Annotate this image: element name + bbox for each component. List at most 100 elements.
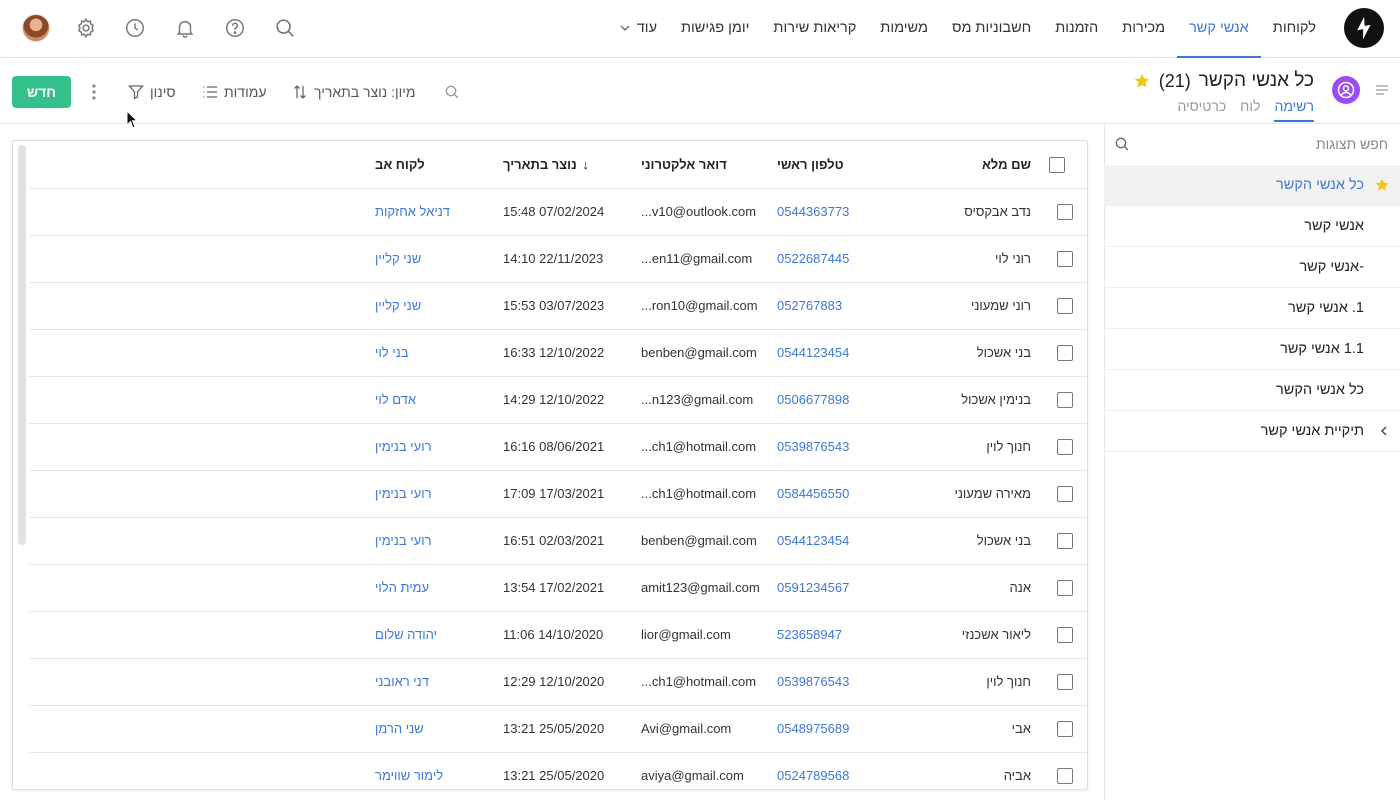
mouse-cursor-icon xyxy=(126,110,139,129)
cell-phone-link[interactable]: 052767883 xyxy=(773,282,901,330)
row-checkbox[interactable] xyxy=(1057,344,1073,361)
cell-parent-link[interactable]: רועי בנימין xyxy=(369,470,499,518)
nav-item-0[interactable]: לקוחות xyxy=(1261,0,1328,58)
cell-parent-link[interactable]: בני לוי xyxy=(369,329,499,377)
gear-icon[interactable] xyxy=(72,14,100,42)
cell-phone-link[interactable]: 0591234567 xyxy=(773,564,901,612)
hamburger-icon[interactable] xyxy=(1374,82,1390,98)
nav-item-2[interactable]: מכירות xyxy=(1110,0,1177,58)
more-options-icon[interactable] xyxy=(86,82,102,102)
cell-phone-link[interactable]: 0544123454 xyxy=(773,329,901,377)
row-checkbox[interactable] xyxy=(1057,297,1073,314)
cell-phone-link[interactable]: 0539876543 xyxy=(773,658,901,706)
row-checkbox[interactable] xyxy=(1057,485,1073,502)
column-header-name[interactable]: שם מלא xyxy=(901,141,1041,189)
search-icon[interactable] xyxy=(271,14,299,42)
cell-phone-link[interactable]: 0506677898 xyxy=(773,376,901,424)
row-checkbox[interactable] xyxy=(1057,250,1073,267)
cell-parent-link[interactable]: אדם לוי xyxy=(369,376,499,424)
cell-phone-link[interactable]: 0522687445 xyxy=(773,235,901,283)
cell-phone-link[interactable]: 0544363773 xyxy=(773,188,901,236)
sidebar-view-item[interactable]: 1. אנשי קשר xyxy=(1104,288,1400,329)
table-row[interactable]: בני אשכול 0544123454 benben@gmail.com 02/03… xyxy=(29,517,1087,565)
row-checkbox[interactable] xyxy=(1057,438,1073,455)
cell-email: lior@gmail.com xyxy=(637,611,773,659)
toolbar-search-icon[interactable] xyxy=(444,84,460,100)
cell-parent-link[interactable]: יהודה שלום xyxy=(369,611,499,659)
nav-item-1[interactable]: אנשי קשר xyxy=(1177,0,1261,58)
cell-parent-link[interactable]: שני קליין xyxy=(369,235,499,283)
row-checkbox[interactable] xyxy=(1057,532,1073,549)
cell-parent-link[interactable]: שני קליין xyxy=(369,282,499,330)
sidebar-folder[interactable]: תיקיית אנשי קשר xyxy=(1104,411,1400,452)
table-row[interactable]: רוני לוי 0522687445 en11@gmail.com... 22/11… xyxy=(29,235,1087,283)
table-row[interactable]: בנימין אשכול 0506677898 n123@gmail.com... 1… xyxy=(29,376,1087,424)
search-icon[interactable] xyxy=(1114,136,1130,152)
table-row[interactable]: אביה 0524789568 aviya@gmail.com 25/05/2020 … xyxy=(29,752,1087,789)
view-tab-2[interactable]: כרטיסיה xyxy=(1177,98,1226,122)
nav-item-3[interactable]: הזמנות xyxy=(1043,0,1110,58)
help-icon[interactable] xyxy=(221,14,249,42)
table-row[interactable]: מאירה שמעוני 0584456550 ch1@hotmail.com...… xyxy=(29,470,1087,518)
column-header-created[interactable]: ↓ נוצר בתאריך xyxy=(499,141,637,189)
cell-phone-link[interactable]: 0584456550 xyxy=(773,470,901,518)
column-header-parent[interactable]: לקוח אב xyxy=(369,141,499,189)
vertical-scrollbar[interactable] xyxy=(18,145,26,545)
cell-parent-link[interactable]: שני הרמן xyxy=(369,705,499,753)
cell-phone-link[interactable]: 0524789568 xyxy=(773,752,901,789)
table-row[interactable]: ליאור אשכנזי 523658947 lior@gmail.com 14/10… xyxy=(29,611,1087,659)
table-row[interactable]: אבי 0548975689 Avi@gmail.com 25/05/2020 13:… xyxy=(29,705,1087,753)
views-search-input[interactable] xyxy=(1148,132,1388,156)
table-row[interactable]: אנה 0591234567 amit123@gmail.com 17/02/2021… xyxy=(29,564,1087,612)
table-row[interactable]: חנוך לוין 0539876543 ch1@hotmail.com... 12/… xyxy=(29,658,1087,706)
cell-parent-link[interactable]: דניאל אחזקות xyxy=(369,188,499,236)
view-tab-0[interactable]: רשימה xyxy=(1274,98,1314,122)
nav-item-label: לקוחות xyxy=(1272,20,1316,36)
nav-item-6[interactable]: קריאות שירות xyxy=(761,0,868,58)
table-row[interactable]: נדב אבקסיס 0544363773 v10@outlook.com... 07… xyxy=(29,188,1087,236)
sort-button[interactable]: מיון: נוצר בתאריך xyxy=(292,82,416,102)
nav-item-4[interactable]: חשבוניות מס xyxy=(940,0,1043,58)
user-avatar[interactable] xyxy=(22,14,50,42)
cell-parent-link[interactable]: עמית הלוי xyxy=(369,564,499,612)
cell-parent-link[interactable]: לימור שווימר xyxy=(369,752,499,789)
history-icon[interactable] xyxy=(121,14,149,42)
new-button[interactable]: חדש xyxy=(12,76,71,108)
row-checkbox[interactable] xyxy=(1057,767,1073,784)
app-logo[interactable] xyxy=(1344,8,1384,48)
row-checkbox[interactable] xyxy=(1057,203,1073,220)
column-header-phone[interactable]: טלפון ראשי xyxy=(773,141,901,189)
cell-phone-link[interactable]: 0548975689 xyxy=(773,705,901,753)
cell-parent-link[interactable]: דני ראובני xyxy=(369,658,499,706)
table-row[interactable]: בני אשכול 0544123454 benben@gmail.com 12/10… xyxy=(29,329,1087,377)
star-icon[interactable] xyxy=(1374,177,1390,193)
cell-phone-link[interactable]: 0544123454 xyxy=(773,517,901,565)
star-icon[interactable] xyxy=(1133,72,1151,90)
sidebar-view-item[interactable]: כל אנשי הקשר xyxy=(1104,370,1400,411)
cell-parent-link[interactable]: רועי בנימין xyxy=(369,423,499,471)
table-row[interactable]: רוני שמעוני 052767883 ron10@gmail.com... 03… xyxy=(29,282,1087,330)
row-checkbox[interactable] xyxy=(1057,720,1073,737)
sidebar-view-item[interactable]: כל אנשי הקשר xyxy=(1104,165,1400,206)
row-checkbox[interactable] xyxy=(1057,673,1073,690)
table-row[interactable]: חנוך לוין 0539876543 ch1@hotmail.com... 08/… xyxy=(29,423,1087,471)
select-all-checkbox[interactable] xyxy=(1049,156,1065,173)
row-checkbox[interactable] xyxy=(1057,579,1073,596)
cell-phone-link[interactable]: 523658947 xyxy=(773,611,901,659)
bell-icon[interactable] xyxy=(171,14,199,42)
row-checkbox[interactable] xyxy=(1057,626,1073,643)
sidebar-view-item[interactable]: אנשי קשר xyxy=(1104,206,1400,247)
nav-item-7[interactable]: יומן פגישות xyxy=(669,0,761,58)
view-tab-1[interactable]: לוח xyxy=(1240,98,1260,122)
cell-phone-link[interactable]: 0539876543 xyxy=(773,423,901,471)
cell-parent-link[interactable]: רועי בנימין xyxy=(369,517,499,565)
filter-button[interactable]: סינון xyxy=(128,82,176,102)
columns-button[interactable]: עמודות xyxy=(202,82,266,102)
nav-item-5[interactable]: משימות xyxy=(868,0,940,58)
nav-item-8[interactable]: עוד xyxy=(607,0,669,58)
sidebar-view-item[interactable]: -אנשי קשר xyxy=(1104,247,1400,288)
sidebar-view-item[interactable]: 1.1 אנשי קשר xyxy=(1104,329,1400,370)
row-checkbox[interactable] xyxy=(1057,391,1073,408)
chevron-left-icon[interactable] xyxy=(1378,425,1390,437)
column-header-email[interactable]: דואר אלקטרוני xyxy=(637,141,773,189)
